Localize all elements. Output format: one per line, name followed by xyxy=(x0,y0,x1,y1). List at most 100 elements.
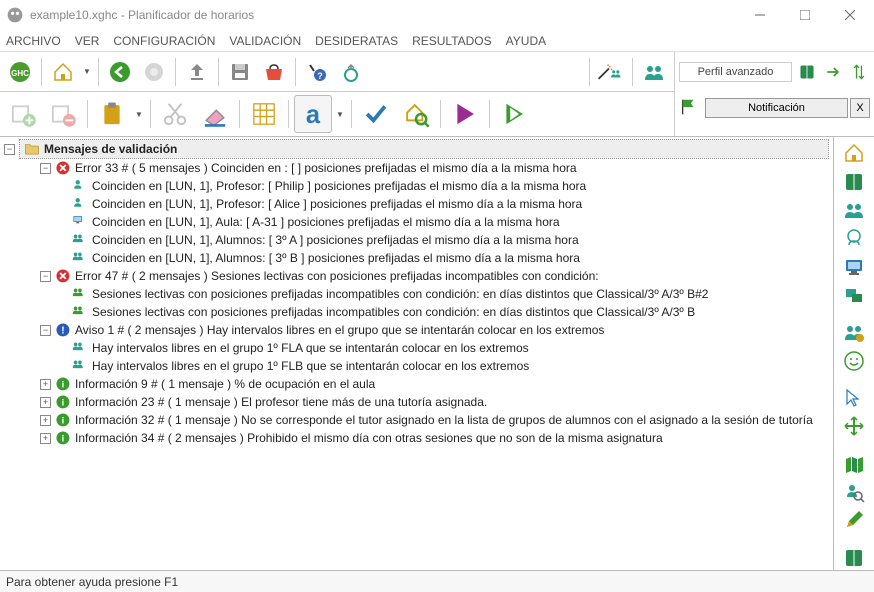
expander-icon[interactable]: + xyxy=(40,397,51,408)
expander-icon[interactable]: − xyxy=(40,271,51,282)
app-icon xyxy=(6,6,24,24)
tree-row[interactable]: +Información 32 # ( 1 mensaje ) No se co… xyxy=(4,411,829,429)
tree-row[interactable]: Coinciden en [LUN, 1], Profesor: [ Phili… xyxy=(4,177,829,195)
tree-panel: − Mensajes de validación − Error 33 # ( 5… xyxy=(0,137,834,570)
side-home-icon[interactable] xyxy=(839,141,869,165)
expander-icon[interactable]: + xyxy=(40,379,51,390)
tree-row[interactable]: Hay intervalos libres en el grupo 1º FLB… xyxy=(4,357,829,375)
tree-root-label: Mensajes de validación xyxy=(44,142,177,156)
tree-row[interactable]: Sesiones lectivas con posiciones prefija… xyxy=(4,285,829,303)
tree-row[interactable]: −Aviso 1 # ( 2 mensajes ) Hay intervalos… xyxy=(4,321,829,339)
eraser-button[interactable] xyxy=(196,95,234,133)
tree-row[interactable]: Sesiones lectivas con posiciones prefija… xyxy=(4,303,829,321)
people-arrow-button[interactable] xyxy=(638,56,670,88)
folder-icon xyxy=(24,141,40,157)
side-icon-bar xyxy=(834,137,874,570)
tree-row[interactable]: − Error 33 # ( 5 mensajes ) Coinciden en … xyxy=(4,159,829,177)
tree-label: Información 23 # ( 1 mensaje ) El profes… xyxy=(75,395,487,409)
menu-ver[interactable]: VER xyxy=(75,34,100,48)
group-icon xyxy=(72,232,88,248)
side-pencil-icon[interactable] xyxy=(839,508,869,532)
back-button[interactable] xyxy=(104,56,136,88)
expander-icon[interactable]: + xyxy=(40,433,51,444)
grid-button[interactable] xyxy=(245,95,283,133)
search-house-button[interactable] xyxy=(397,95,435,133)
titlebar: example10.xghc - Planificador de horario… xyxy=(0,0,874,30)
side-books-icon[interactable] xyxy=(839,451,869,475)
notification-button[interactable]: Notificación xyxy=(705,98,848,118)
refresh-person-button[interactable] xyxy=(335,56,367,88)
group-green-icon xyxy=(72,286,88,302)
close-button[interactable] xyxy=(827,0,872,30)
notification-close-button[interactable]: X xyxy=(850,98,870,118)
letter-dropdown[interactable]: ▼ xyxy=(334,110,346,119)
tree-row[interactable]: Coinciden en [LUN, 1], Alumnos: [ 3º B ]… xyxy=(4,249,829,267)
menu-configuracion[interactable]: CONFIGURACIÓN xyxy=(113,34,215,48)
tree-row[interactable]: Coinciden en [LUN, 1], Aula: [ A-31 ] po… xyxy=(4,213,829,231)
wand-people-button[interactable] xyxy=(595,56,627,88)
side-cursor-icon[interactable] xyxy=(839,386,869,410)
expander-icon[interactable]: + xyxy=(40,415,51,426)
profile-sort-icon[interactable] xyxy=(848,61,870,83)
profile-book-icon[interactable] xyxy=(796,61,818,83)
play-purple-button[interactable] xyxy=(446,95,484,133)
tree-row[interactable]: −Error 47 # ( 2 mensajes ) Sesiones lect… xyxy=(4,267,829,285)
expander-icon[interactable]: − xyxy=(40,163,51,174)
warn-icon xyxy=(55,322,71,338)
side-monitor-icon[interactable] xyxy=(839,255,869,279)
menu-bar: ARCHIVO VER CONFIGURACIÓN VALIDACIÓN DES… xyxy=(0,30,874,52)
side-search-person-icon[interactable] xyxy=(839,480,869,504)
window-title: example10.xghc - Planificador de horario… xyxy=(30,8,737,22)
tree-label: Coinciden en [LUN, 1], Alumnos: [ 3º B ]… xyxy=(92,251,580,265)
tree-row[interactable]: + Información 23 # ( 1 mensaje ) El profe… xyxy=(4,393,829,411)
tree-label: Error 33 # ( 5 mensajes ) Coinciden en :… xyxy=(75,161,577,175)
paste-dropdown[interactable]: ▼ xyxy=(133,110,145,119)
right-panel: Perfil avanzado Notificación X xyxy=(674,52,874,136)
root-expander[interactable]: − xyxy=(4,144,15,155)
maximize-button[interactable] xyxy=(782,0,827,30)
tree-row[interactable]: + Información 9 # ( 1 mensaje ) % de ocup… xyxy=(4,375,829,393)
ghc-icon[interactable] xyxy=(4,56,36,88)
menu-desideratas[interactable]: DESIDERATAS xyxy=(315,34,398,48)
help-pointer-button[interactable] xyxy=(301,56,333,88)
home-dropdown[interactable]: ▼ xyxy=(81,67,93,76)
letter-button[interactable] xyxy=(294,95,332,133)
menu-validacion[interactable]: VALIDACIÓN xyxy=(229,34,301,48)
remove-block-button xyxy=(44,95,82,133)
side-cross-icon[interactable] xyxy=(839,414,869,438)
export-button[interactable] xyxy=(258,56,290,88)
menu-ayuda[interactable]: AYUDA xyxy=(506,34,546,48)
tree-label: Información 9 # ( 1 mensaje ) % de ocupa… xyxy=(75,377,375,391)
forward-button xyxy=(138,56,170,88)
side-head-icon[interactable] xyxy=(839,226,869,250)
tree-row[interactable]: Coinciden en [LUN, 1], Profesor: [ Alice… xyxy=(4,195,829,213)
home-button[interactable] xyxy=(47,56,79,88)
side-book2-icon[interactable] xyxy=(839,545,869,569)
group-icon xyxy=(72,340,88,356)
tree-label: Coinciden en [LUN, 1], Alumnos: [ 3º A ]… xyxy=(92,233,579,247)
side-book-icon[interactable] xyxy=(839,169,869,193)
upload-button[interactable] xyxy=(181,56,213,88)
room-icon xyxy=(72,214,88,230)
paste-button[interactable] xyxy=(93,95,131,133)
expander-icon[interactable]: − xyxy=(40,325,51,336)
side-multigroup-icon[interactable] xyxy=(839,320,869,344)
menu-archivo[interactable]: ARCHIVO xyxy=(6,34,61,48)
group-icon xyxy=(72,358,88,374)
side-windows-icon[interactable] xyxy=(839,283,869,307)
menu-resultados[interactable]: RESULTADOS xyxy=(412,34,492,48)
tree-row[interactable]: Coinciden en [LUN, 1], Alumnos: [ 3º A ]… xyxy=(4,231,829,249)
check-button[interactable] xyxy=(357,95,395,133)
play-green-button[interactable] xyxy=(495,95,533,133)
minimize-button[interactable] xyxy=(737,0,782,30)
save-button[interactable] xyxy=(224,56,256,88)
cut-button xyxy=(156,95,194,133)
tree-label: Hay intervalos libres en el grupo 1º FLB… xyxy=(92,359,529,373)
error-icon xyxy=(55,268,71,284)
side-smile-icon[interactable] xyxy=(839,349,869,373)
profile-arrow-icon[interactable] xyxy=(822,61,844,83)
profile-label[interactable]: Perfil avanzado xyxy=(679,62,792,82)
side-people-icon[interactable] xyxy=(839,198,869,222)
tree-row[interactable]: +Información 34 # ( 2 mensajes ) Prohibi… xyxy=(4,429,829,447)
tree-row[interactable]: Hay intervalos libres en el grupo 1º FLA… xyxy=(4,339,829,357)
